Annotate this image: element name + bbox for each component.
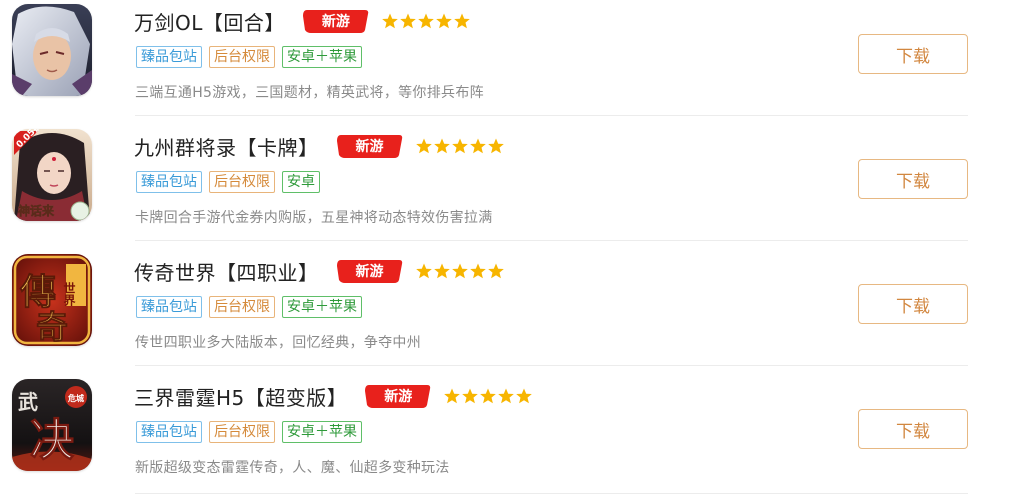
tag-premium: 臻品包站 bbox=[136, 171, 202, 193]
star-icon bbox=[497, 388, 515, 404]
tag-admin: 后台权限 bbox=[209, 421, 275, 443]
star-icon bbox=[451, 263, 469, 279]
svg-text:神话来: 神话来 bbox=[18, 203, 55, 218]
divider bbox=[135, 240, 968, 241]
rating-stars bbox=[443, 388, 533, 404]
swordsman-portrait-icon[interactable] bbox=[12, 4, 92, 96]
svg-text:奇: 奇 bbox=[36, 308, 68, 346]
maiden-portrait-icon[interactable]: 0.05折 神话来 bbox=[12, 129, 92, 221]
game-title[interactable]: 传奇世界【四职业】 bbox=[134, 257, 319, 286]
tag-admin: 后台权限 bbox=[209, 171, 275, 193]
new-badge: 新游 bbox=[336, 133, 403, 159]
title-row: 万剑OL【回合】 新游 bbox=[134, 6, 471, 36]
tag-list: 臻品包站 后台权限 安卓＋苹果 bbox=[136, 296, 362, 318]
title-row: 传奇世界【四职业】 新游 bbox=[134, 256, 505, 286]
tag-admin: 后台权限 bbox=[209, 296, 275, 318]
list-item[interactable]: 武 决 危城 三界雷霆H5【超变版】 新游 臻品包站 后台权限 安卓＋苹果 新版… bbox=[0, 375, 1024, 500]
star-icon bbox=[433, 263, 451, 279]
title-row: 三界雷霆H5【超变版】 新游 bbox=[134, 381, 533, 411]
tag-platform: 安卓＋苹果 bbox=[282, 296, 362, 318]
game-title[interactable]: 三界雷霆H5【超变版】 bbox=[134, 382, 347, 411]
game-description: 卡牌回合手游代金券内购版，五星神将动态特效伤害拉满 bbox=[135, 210, 493, 226]
game-title[interactable]: 九州群将录【卡牌】 bbox=[134, 132, 319, 161]
rating-stars bbox=[381, 13, 471, 29]
star-icon bbox=[381, 13, 399, 29]
star-icon bbox=[443, 388, 461, 404]
tag-platform: 安卓＋苹果 bbox=[282, 421, 362, 443]
list-item[interactable]: 万剑OL【回合】 新游 臻品包站 后台权限 安卓＋苹果 三端互通H5游戏，三国题… bbox=[0, 0, 1024, 125]
game-description: 新版超级变态雷霆传奇，人、魔、仙超多变种玩法 bbox=[135, 460, 450, 476]
download-button[interactable]: 下载 bbox=[858, 34, 968, 74]
rating-stars bbox=[415, 138, 505, 154]
svg-text:世界: 世界 bbox=[62, 281, 76, 307]
svg-text:决: 决 bbox=[30, 415, 74, 466]
list-item[interactable]: 傳 奇 世界 传奇世界【四职业】 新游 臻品包站 后台权限 安卓＋苹果 传世四职… bbox=[0, 250, 1024, 375]
star-icon bbox=[399, 13, 417, 29]
download-button[interactable]: 下载 bbox=[858, 284, 968, 324]
star-icon bbox=[469, 138, 487, 154]
star-icon bbox=[415, 263, 433, 279]
star-icon bbox=[417, 13, 435, 29]
game-description: 传世四职业多大陆版本，回忆经典，争夺中州 bbox=[135, 335, 421, 351]
svg-text:武: 武 bbox=[18, 390, 38, 414]
new-badge: 新游 bbox=[365, 383, 431, 409]
game-description: 三端互通H5游戏，三国题材，精英武将，等你排兵布阵 bbox=[135, 85, 484, 101]
tag-premium: 臻品包站 bbox=[136, 46, 202, 68]
tag-premium: 臻品包站 bbox=[136, 296, 202, 318]
star-icon bbox=[487, 138, 505, 154]
svg-text:危城: 危城 bbox=[67, 393, 84, 403]
star-icon bbox=[451, 138, 469, 154]
game-list: 万剑OL【回合】 新游 臻品包站 后台权限 安卓＋苹果 三端互通H5游戏，三国题… bbox=[0, 0, 1024, 500]
star-icon bbox=[461, 388, 479, 404]
star-icon bbox=[415, 138, 433, 154]
divider bbox=[135, 115, 968, 116]
star-icon bbox=[435, 13, 453, 29]
divider bbox=[135, 493, 968, 494]
star-icon bbox=[487, 263, 505, 279]
star-icon bbox=[469, 263, 487, 279]
divider bbox=[135, 365, 968, 366]
list-item[interactable]: 0.05折 神话来 九州群将录【卡牌】 新游 臻品包站 后台权限 安卓 卡牌回合… bbox=[0, 125, 1024, 250]
tag-admin: 后台权限 bbox=[209, 46, 275, 68]
rating-stars bbox=[415, 263, 505, 279]
new-badge: 新游 bbox=[302, 8, 369, 34]
new-badge: 新游 bbox=[336, 258, 403, 284]
legend-world-logo-icon[interactable]: 傳 奇 世界 bbox=[12, 254, 92, 346]
tag-list: 臻品包站 后台权限 安卓 bbox=[136, 171, 320, 193]
tag-list: 臻品包站 后台权限 安卓＋苹果 bbox=[136, 421, 362, 443]
martial-calligraphy-icon[interactable]: 武 决 危城 bbox=[12, 379, 92, 471]
download-button[interactable]: 下载 bbox=[858, 159, 968, 199]
title-row: 九州群将录【卡牌】 新游 bbox=[134, 131, 505, 161]
star-icon bbox=[515, 388, 533, 404]
svg-text:傳: 傳 bbox=[19, 271, 56, 313]
star-icon bbox=[453, 13, 471, 29]
download-button[interactable]: 下载 bbox=[858, 409, 968, 449]
tag-premium: 臻品包站 bbox=[136, 421, 202, 443]
star-icon bbox=[433, 138, 451, 154]
star-icon bbox=[479, 388, 497, 404]
tag-list: 臻品包站 后台权限 安卓＋苹果 bbox=[136, 46, 362, 68]
game-title[interactable]: 万剑OL【回合】 bbox=[134, 7, 285, 36]
tag-platform: 安卓＋苹果 bbox=[282, 46, 362, 68]
tag-platform: 安卓 bbox=[282, 171, 320, 193]
